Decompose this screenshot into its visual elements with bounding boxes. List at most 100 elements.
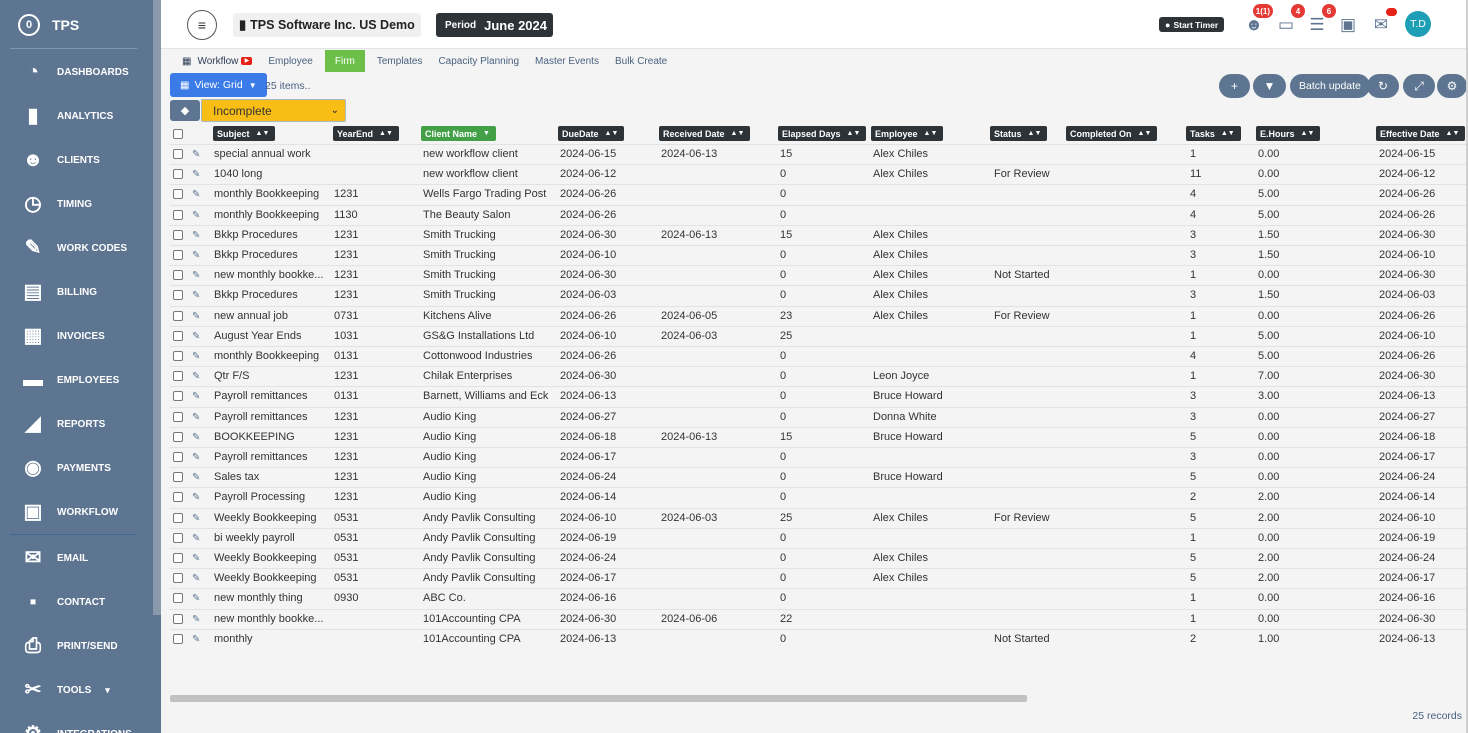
edit-icon[interactable]: ✎: [192, 391, 203, 402]
edit-icon[interactable]: ✎: [192, 371, 203, 382]
edit-icon[interactable]: ✎: [192, 290, 203, 301]
col-ehours[interactable]: E.Hours ▲▼: [1256, 126, 1321, 141]
sidebar-item-workflow[interactable]: ▣ WORKFLOW: [0, 490, 150, 534]
sidebar-item-work-codes[interactable]: ✎ WORK CODES: [0, 226, 150, 270]
row-checkbox[interactable]: [173, 593, 183, 604]
inbox-icon[interactable]: ▭ 4: [1275, 4, 1305, 36]
tab-master-events[interactable]: Master Events: [527, 50, 607, 72]
col-tasks[interactable]: Tasks ▲▼: [1186, 126, 1241, 141]
col-subject[interactable]: Subject ▲▼: [213, 126, 276, 141]
tab-templates[interactable]: Templates: [369, 50, 431, 72]
table-row[interactable]: ✎ Payroll remittances 1231 Audio King 2024-0…: [170, 447, 1468, 467]
edit-icon[interactable]: ✎: [192, 472, 203, 483]
table-row[interactable]: ✎ Weekly Bookkeeping 0531 Andy Pavlik Consu…: [170, 568, 1468, 588]
table-row[interactable]: ✎ Bkkp Procedures 1231 Smith Trucking 2024-0…: [170, 285, 1468, 305]
sidebar-item-employees[interactable]: ▬ EMPLOYEES: [0, 358, 150, 402]
row-checkbox[interactable]: [173, 512, 183, 523]
select-all-checkbox[interactable]: [173, 129, 183, 139]
row-checkbox[interactable]: [173, 330, 183, 341]
refresh-button[interactable]: ↻: [1367, 74, 1399, 98]
edit-icon[interactable]: ✎: [192, 513, 203, 524]
sidebar-item-payments[interactable]: ◉ PAYMENTS: [0, 446, 150, 490]
start-timer-button[interactable]: ● Start Timer: [1159, 17, 1225, 32]
row-checkbox[interactable]: [173, 351, 183, 361]
table-row[interactable]: ✎ Weekly Bookkeeping 0531 Andy Pavlik Consu…: [170, 507, 1468, 528]
row-checkbox[interactable]: [173, 573, 183, 584]
edit-icon[interactable]: ✎: [192, 614, 203, 625]
edit-icon[interactable]: ✎: [192, 351, 203, 362]
tab-capacity-planning[interactable]: Capacity Planning: [430, 50, 527, 72]
row-checkbox[interactable]: [173, 229, 183, 240]
fullscreen-button[interactable]: ⤢: [1403, 74, 1435, 98]
youtube-icon[interactable]: ▶: [241, 57, 253, 65]
row-checkbox[interactable]: [173, 431, 183, 442]
table-row[interactable]: ✎ Qtr F/S 1231 Chilak Enterprises 2024-06-30…: [170, 366, 1468, 386]
chat-icon[interactable]: ✉: [1370, 8, 1397, 36]
table-row[interactable]: ✎ new monthly bookke... 1231 Smith Trucking…: [170, 265, 1468, 285]
edit-icon[interactable]: ✎: [192, 553, 203, 564]
sidebar-item-billing[interactable]: ▤ BILLING: [0, 270, 150, 314]
edit-icon[interactable]: ✎: [192, 169, 203, 180]
edit-icon[interactable]: ✎: [192, 533, 203, 544]
view-grid-button[interactable]: ▦ View: Grid ▼: [170, 73, 267, 97]
gift-icon[interactable]: ▣: [1337, 14, 1359, 36]
col-yearend[interactable]: YearEnd ▲▼: [333, 126, 399, 141]
sidebar-scrollbar[interactable]: [153, 0, 161, 615]
table-row[interactable]: ✎ new monthly thing 0930 ABC Co. 2024-06-16 0…: [170, 588, 1468, 608]
sidebar-item-print-send[interactable]: ⎙ PRINT/SEND: [0, 624, 150, 668]
edit-icon[interactable]: ✎: [192, 311, 203, 322]
col-elapsed-days[interactable]: Elapsed Days ▲▼: [778, 126, 867, 141]
settings-button[interactable]: ⚙: [1437, 74, 1467, 98]
row-checkbox[interactable]: [173, 169, 183, 180]
row-checkbox[interactable]: [173, 391, 183, 402]
col-client-name[interactable]: Client Name ▼: [421, 126, 496, 141]
edit-icon[interactable]: ✎: [192, 149, 203, 160]
company-selector[interactable]: ▮ TPS Software Inc. US Demo: [233, 13, 421, 37]
row-checkbox[interactable]: [173, 411, 183, 422]
edit-icon[interactable]: ✎: [192, 210, 203, 221]
row-checkbox[interactable]: [173, 532, 183, 543]
table-row[interactable]: ✎ monthly Bookkeeping 0131 Cottonwood Indus…: [170, 346, 1468, 366]
edit-icon[interactable]: ✎: [192, 250, 203, 261]
edit-icon[interactable]: ✎: [192, 412, 203, 423]
table-row[interactable]: ✎ monthly 101Accounting CPA 2024-06-13 0 Not …: [170, 628, 1468, 649]
row-checkbox[interactable]: [173, 371, 183, 382]
table-row[interactable]: ✎ new annual job 0731 Kitchens Alive 2024-06…: [170, 305, 1468, 326]
tab-bulk-create[interactable]: Bulk Create: [607, 50, 675, 72]
edit-icon[interactable]: ✎: [192, 593, 203, 604]
task-list-icon[interactable]: ☰ 6: [1306, 4, 1336, 36]
row-checkbox[interactable]: [173, 452, 183, 462]
sidebar-item-email[interactable]: ✉ EMAIL: [0, 536, 150, 580]
edit-icon[interactable]: ✎: [192, 634, 203, 645]
edit-icon[interactable]: ✎: [192, 189, 203, 200]
tab-employee[interactable]: Employee: [260, 50, 320, 72]
menu-toggle-button[interactable]: ≡: [187, 10, 217, 40]
edit-icon[interactable]: ✎: [192, 270, 203, 281]
tab-firm[interactable]: Firm: [324, 50, 365, 72]
row-checkbox[interactable]: [173, 209, 183, 220]
add-button[interactable]: +: [1219, 74, 1250, 98]
edit-icon[interactable]: ✎: [192, 331, 203, 342]
row-checkbox[interactable]: [173, 310, 183, 321]
col-duedate[interactable]: DueDate ▲▼: [558, 126, 625, 141]
table-row[interactable]: ✎ Payroll Processing 1231 Audio King 2024-06…: [170, 487, 1468, 507]
table-row[interactable]: ✎ Bkkp Procedures 1231 Smith Trucking 2024-0…: [170, 245, 1468, 265]
filter-button[interactable]: ▼: [1253, 74, 1286, 98]
row-checkbox[interactable]: [173, 189, 183, 200]
sidebar-item-clients[interactable]: ☻ CLIENTS: [0, 138, 150, 182]
sidebar-item-tools[interactable]: ✂ TOOLS ▾: [0, 668, 150, 712]
table-row[interactable]: ✎ August Year Ends 1031 GS&G Installations …: [170, 325, 1468, 346]
sidebar-item-contact[interactable]: ▪ CONTACT: [0, 580, 150, 624]
table-row[interactable]: ✎ bi weekly payroll 0531 Andy Pavlik Consul…: [170, 527, 1468, 548]
sidebar-item-timing[interactable]: ◷ TIMING: [0, 182, 150, 226]
table-row[interactable]: ✎ monthly Bookkeeping 1130 The Beauty Salon…: [170, 204, 1468, 225]
table-row[interactable]: ✎ Sales tax 1231 Audio King 2024-06-24 0 Bruce…: [170, 467, 1468, 487]
table-row[interactable]: ✎ Payroll remittances 0131 Barnett, William…: [170, 386, 1468, 406]
sidebar-item-dashboards[interactable]: ◔ DASHBOARDS: [0, 50, 150, 94]
edit-icon[interactable]: ✎: [192, 452, 203, 463]
tab-workflow[interactable]: ▦ Workflow ▶: [170, 50, 260, 72]
table-row[interactable]: ✎ Payroll remittances 1231 Audio King 2024-0…: [170, 406, 1468, 427]
edit-icon[interactable]: ✎: [192, 492, 203, 503]
table-row[interactable]: ✎ monthly Bookkeeping 1231 Wells Fargo Trad…: [170, 184, 1468, 204]
team-icon[interactable]: ☻ 1(1): [1243, 4, 1273, 36]
